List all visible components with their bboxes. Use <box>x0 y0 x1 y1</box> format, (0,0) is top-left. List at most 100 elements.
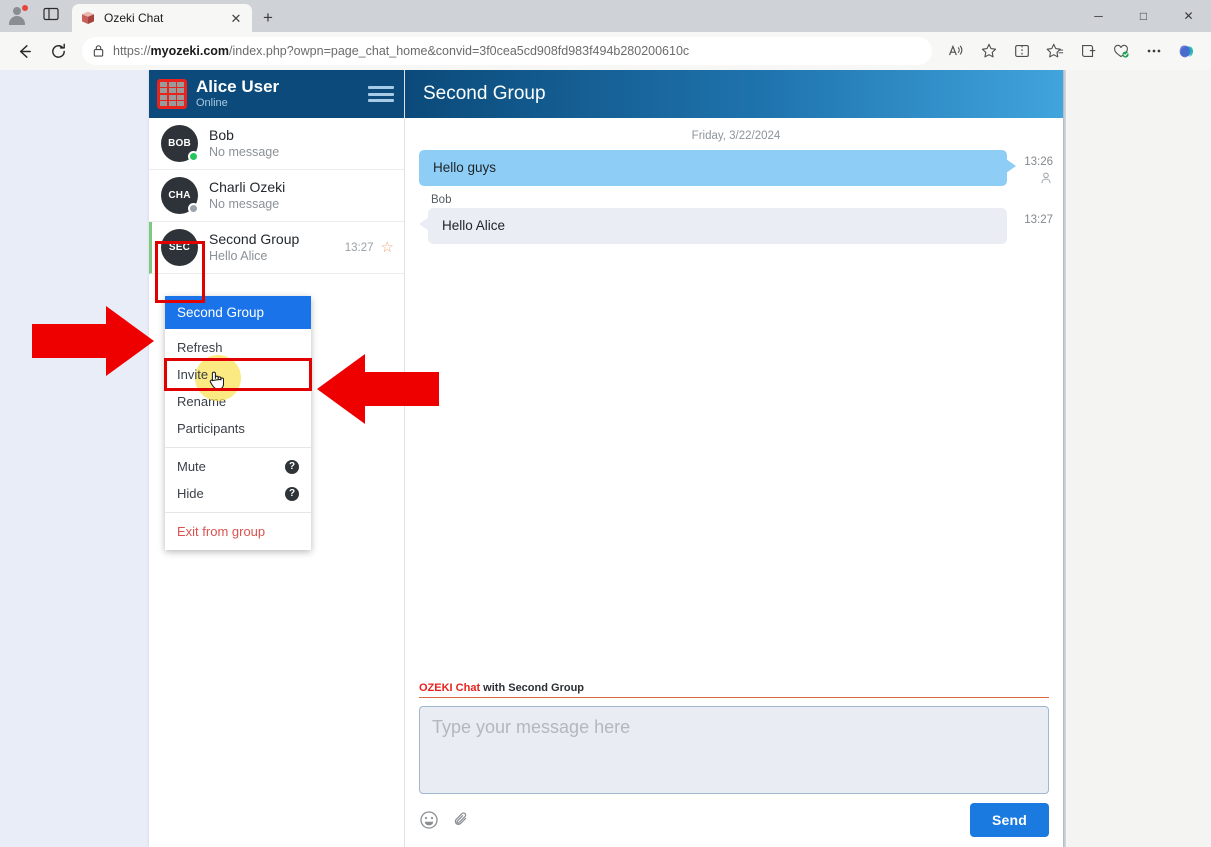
browser-tab[interactable]: Ozeki Chat ✕ <box>72 4 252 32</box>
settings-more-icon <box>1147 49 1161 53</box>
browser-titlebar: Ozeki Chat ✕ + ─ □ ✕ <box>0 0 1211 32</box>
paperclip-icon[interactable] <box>451 810 471 830</box>
message-bubble: Hello guys <box>419 150 1016 187</box>
current-user-name: Alice User <box>196 76 280 96</box>
menu-item-label: Rename <box>177 394 227 409</box>
contact-time: 13:27 <box>344 241 374 254</box>
window-controls: ─ □ ✕ <box>1076 0 1211 32</box>
contact-name: Charli Ozeki <box>209 178 286 195</box>
group-context-menu: Second Group Refresh Invite Rename Parti… <box>165 296 311 550</box>
help-icon[interactable]: ? <box>285 459 299 474</box>
current-user: Alice User Online <box>196 78 359 110</box>
reload-button[interactable] <box>42 36 74 66</box>
browser-window: Ozeki Chat ✕ + ─ □ ✕ https://myozeki.com… <box>0 0 1211 847</box>
hamburger-icon[interactable] <box>368 83 394 105</box>
maximize-button[interactable]: □ <box>1121 0 1166 32</box>
tab-close-button[interactable]: ✕ <box>228 10 244 26</box>
tab-title: Ozeki Chat <box>104 11 164 25</box>
split-screen-button[interactable] <box>1006 36 1038 66</box>
menu-item-mute[interactable]: Mute ? <box>165 453 311 480</box>
context-menu-group: Mute ? Hide ? <box>165 448 311 513</box>
ozeki-chat-app: Alice User Online BOB Bob No message CHA… <box>149 70 1063 847</box>
presence-indicator <box>188 203 199 214</box>
message-row-incoming: Bob Hello Alice 13:27 <box>419 193 1053 245</box>
add-to-collections-icon <box>1082 45 1096 57</box>
lock-icon <box>93 45 104 57</box>
menu-item-invite[interactable]: Invite <box>165 355 311 401</box>
contact-preview: Hello Alice <box>209 249 268 264</box>
split-screen-icon <box>1015 45 1029 57</box>
browser-essentials-button[interactable] <box>1105 36 1137 66</box>
profile-button[interactable] <box>0 0 34 32</box>
new-tab-button[interactable]: + <box>254 4 282 32</box>
cube-icon <box>80 10 96 26</box>
message-meta: 13:27 <box>1007 208 1053 228</box>
message-list: Friday, 3/22/2024 Hello guys 13:26 Bob H… <box>405 118 1063 682</box>
page-viewport: Alice User Online BOB Bob No message CHA… <box>0 70 1211 847</box>
list-item-texts: Second Group Hello Alice <box>209 231 334 265</box>
read-aloud-icon <box>949 44 963 56</box>
favorite-star-icon[interactable]: ☆ <box>381 240 394 255</box>
context-menu-title: Second Group <box>165 296 311 329</box>
list-item[interactable]: CHA Charli Ozeki No message <box>149 170 404 222</box>
chat-panel: Second Group Friday, 3/22/2024 Hello guy… <box>405 70 1063 847</box>
message-sender: Bob <box>431 193 452 206</box>
contact-name: Second Group <box>209 230 300 247</box>
browser-essentials-icon <box>1114 44 1129 58</box>
address-bar[interactable]: https://myozeki.com/index.php?owpn=page_… <box>82 37 932 65</box>
list-item[interactable]: BOB Bob No message <box>149 118 404 170</box>
menu-item-label: Refresh <box>177 340 223 355</box>
message-bubble: Hello Alice <box>419 207 1007 245</box>
url-domain: myozeki.com <box>150 44 230 58</box>
close-window-button[interactable]: ✕ <box>1166 0 1211 32</box>
menu-item-rename[interactable]: Rename <box>165 388 311 415</box>
menu-item-exit-from-group[interactable]: Exit from group <box>165 518 311 545</box>
minimize-button[interactable]: ─ <box>1076 0 1121 32</box>
chat-header: Second Group <box>405 70 1063 118</box>
ozeki-grid-logo <box>157 79 187 109</box>
tab-search-button[interactable] <box>34 0 68 32</box>
profile-avatar-icon <box>9 4 28 25</box>
page-right-edge <box>1063 70 1066 847</box>
read-aloud-button[interactable] <box>940 36 972 66</box>
favorite-star-icon <box>981 43 997 58</box>
send-button[interactable]: Send <box>969 803 1049 837</box>
url-scheme: https:// <box>113 44 151 58</box>
add-to-collections-button[interactable] <box>1072 36 1104 66</box>
presence-indicator <box>188 151 199 162</box>
sidebar: Alice User Online BOB Bob No message CHA… <box>149 70 405 847</box>
url-path: /index.php?owpn=page_chat_home&convid=3f… <box>229 44 690 58</box>
help-icon[interactable]: ? <box>285 486 299 501</box>
toolbar-right-icons <box>940 36 1203 66</box>
copilot-icon <box>1179 45 1194 58</box>
back-button[interactable] <box>8 36 40 66</box>
menu-item-hide[interactable]: Hide ? <box>165 480 311 507</box>
sidebar-item-second-group[interactable]: SEC Second Group Hello Alice 13:27 ☆ <box>149 222 404 274</box>
list-item-texts: Charli Ozeki No message <box>209 179 394 213</box>
composer-toolbar: Send <box>419 803 1049 837</box>
emoji-icon[interactable] <box>419 810 439 830</box>
composer-label: OZEKI Chat with Second Group <box>419 682 1049 698</box>
settings-more-button[interactable] <box>1138 36 1170 66</box>
person-read-icon <box>1017 171 1053 190</box>
back-arrow-icon <box>19 44 31 58</box>
avatar: CHA <box>161 177 199 214</box>
list-item-texts: Bob No message <box>209 127 394 161</box>
collections-button[interactable] <box>1039 36 1071 66</box>
message-row-outgoing: Hello guys 13:26 <box>419 150 1053 190</box>
avatar-initials: CHA <box>168 190 191 201</box>
avatar: SEC <box>161 229 198 266</box>
favorite-button[interactable] <box>973 36 1005 66</box>
message-time: 13:27 <box>1024 213 1053 226</box>
message-input[interactable]: Type your message here <box>419 706 1049 794</box>
contact-preview: No message <box>209 145 280 160</box>
current-user-status: Online <box>196 96 228 109</box>
contact-name: Bob <box>209 126 234 143</box>
copilot-button[interactable] <box>1171 36 1203 66</box>
menu-item-participants[interactable]: Participants <box>165 415 311 442</box>
avatar: BOB <box>161 125 199 162</box>
menu-item-label: Mute <box>177 459 206 474</box>
url-text: https://myozeki.com/index.php?owpn=page_… <box>113 44 689 58</box>
bubble-tail <box>419 216 429 231</box>
menu-item-refresh[interactable]: Refresh <box>165 334 311 361</box>
